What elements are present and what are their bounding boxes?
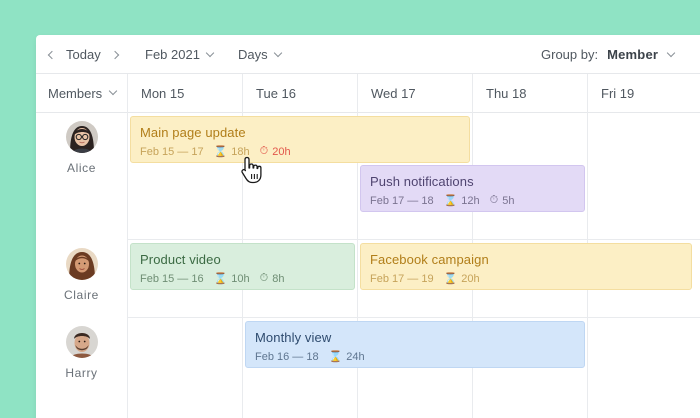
stopwatch-icon: ⏱ [259, 272, 269, 284]
task-title: Push notifications [370, 174, 474, 189]
avatar [65, 326, 98, 358]
chevron-right-icon [110, 50, 120, 59]
groupby-label: Group by: [541, 47, 599, 62]
task-meta: Feb 17 — 19 ⌛ 20h [370, 272, 682, 286]
period-label: Feb 2021 [145, 47, 200, 62]
groupby-value: Member [607, 47, 659, 62]
task-dates: Feb 17 — 19 [370, 272, 434, 285]
chevron-down-icon [666, 48, 676, 57]
chevron-down-icon [108, 86, 118, 96]
task-title: Facebook campaign [370, 252, 489, 267]
task-estimate: 12h [461, 194, 480, 207]
groupby-dropdown[interactable]: Group by: Member [541, 35, 676, 74]
row-divider [127, 317, 700, 318]
task-push-notifications[interactable]: Push notifications Feb 17 — 18 ⌛ 12h ⏱ 5… [360, 165, 585, 212]
stopwatch-icon: ⏱ [489, 194, 499, 206]
day-label: Tue 16 [256, 85, 296, 101]
day-header: Fri 19 [588, 74, 700, 112]
hand-cursor-icon [241, 156, 262, 184]
avatar [65, 248, 98, 280]
hourglass-icon: ⌛ [443, 195, 458, 207]
view-dropdown[interactable]: Days [238, 35, 282, 74]
task-estimate: 10h [231, 272, 250, 285]
task-dates: Feb 15 — 16 [140, 272, 204, 285]
task-title: Main page update [140, 125, 246, 140]
today-button[interactable]: Today [66, 35, 101, 74]
task-meta: Feb 16 — 18 ⌛ 24h [255, 350, 575, 364]
day-header: Thu 18 [473, 74, 588, 112]
view-label: Days [238, 47, 268, 62]
next-period-button[interactable] [110, 35, 120, 74]
avatar [65, 121, 98, 153]
task-estimate: 20h [461, 272, 480, 285]
grid-line [127, 74, 128, 418]
members-dropdown[interactable]: Members [36, 74, 127, 112]
day-label: Fri 19 [601, 85, 635, 101]
task-tracked: 8h [272, 272, 285, 285]
task-tracked: 5h [502, 194, 515, 207]
column-header-row: Members Mon 15 Tue 16 Wed 17 Thu 18 Fri … [36, 74, 700, 113]
task-product-video[interactable]: Product video Feb 15 — 16 ⌛ 10h ⏱ 8h [130, 243, 355, 290]
row-divider [127, 239, 700, 240]
task-meta: Feb 15 — 16 ⌛ 10h ⏱ 8h [140, 272, 345, 285]
task-main-page-update[interactable]: Main page update Feb 15 — 17 ⌛ 18h ⏱ 20h [130, 116, 470, 163]
period-dropdown[interactable]: Feb 2021 [145, 35, 215, 74]
prev-period-button[interactable] [47, 35, 57, 74]
task-title: Monthly view [255, 330, 332, 345]
task-title: Product video [140, 252, 221, 267]
day-label: Wed 17 [371, 85, 416, 101]
task-monthly-view[interactable]: Monthly view Feb 16 — 18 ⌛ 24h [245, 321, 585, 368]
member-claire: Claire [36, 248, 127, 302]
member-name: Harry [65, 366, 98, 380]
task-facebook-campaign[interactable]: Facebook campaign Feb 17 — 19 ⌛ 20h [360, 243, 692, 290]
chevron-left-icon [47, 50, 57, 59]
members-label: Members [48, 85, 103, 101]
task-dates: Feb 16 — 18 [255, 350, 319, 363]
task-tracked: 20h [272, 145, 291, 158]
day-header: Tue 16 [243, 74, 358, 112]
task-estimate: 24h [346, 350, 365, 363]
hourglass-icon: ⌛ [328, 351, 343, 363]
task-meta: Feb 15 — 17 ⌛ 18h ⏱ 20h [140, 145, 460, 158]
day-header: Wed 17 [358, 74, 473, 112]
task-dates: Feb 17 — 18 [370, 194, 434, 207]
day-label: Thu 18 [486, 85, 527, 101]
chevron-down-icon [273, 48, 282, 57]
member-harry: Harry [36, 326, 127, 380]
chevron-down-icon [205, 48, 215, 57]
schedule-panel: Today Feb 2021 Days Group by: Member Mem… [36, 35, 700, 418]
hourglass-icon: ⌛ [213, 273, 228, 285]
toolbar: Today Feb 2021 Days Group by: Member [36, 35, 700, 74]
day-label: Mon 15 [141, 85, 185, 101]
member-name: Alice [66, 161, 96, 175]
member-name: Claire [64, 288, 99, 302]
hourglass-icon: ⌛ [213, 146, 228, 158]
day-header: Mon 15 [128, 74, 243, 112]
task-dates: Feb 15 — 17 [140, 145, 204, 158]
member-alice: Alice [36, 121, 127, 175]
today-label: Today [66, 47, 101, 62]
task-meta: Feb 17 — 18 ⌛ 12h ⏱ 5h [370, 194, 575, 207]
hourglass-icon: ⌛ [443, 273, 458, 285]
